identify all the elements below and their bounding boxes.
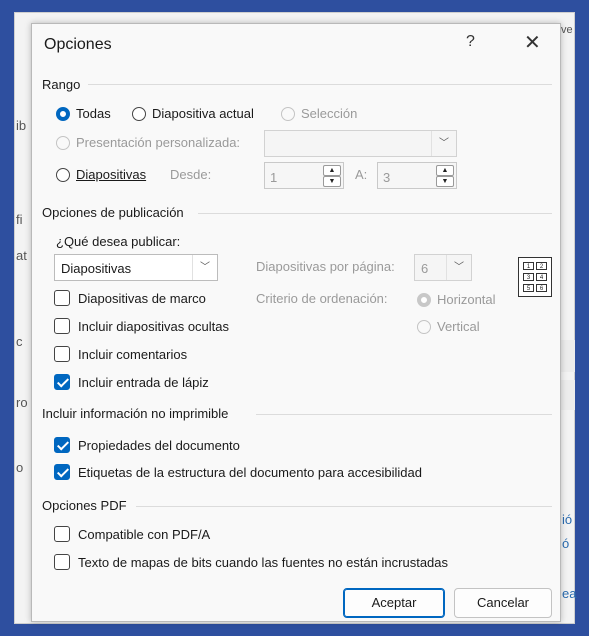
background-text-fragment: fi	[16, 212, 23, 227]
checkbox-mapas-de-bits-label[interactable]: Texto de mapas de bits cuando las fuente…	[78, 555, 448, 570]
checkbox-incluir-lapiz-label[interactable]: Incluir entrada de lápiz	[78, 375, 209, 390]
checkbox-incluir-comentarios-label[interactable]: Incluir comentarios	[78, 347, 187, 362]
radio-diapositivas-label[interactable]: Diapositivas	[76, 167, 146, 182]
checkbox-mapas-de-bits[interactable]	[54, 554, 70, 570]
radio-todas[interactable]	[56, 107, 70, 121]
chevron-down-icon[interactable]: ﹀	[192, 255, 217, 280]
radio-vertical	[417, 320, 431, 334]
radio-diapositiva-actual-label[interactable]: Diapositiva actual	[152, 106, 254, 121]
spin-up-icon[interactable]: ▲	[323, 165, 341, 176]
checkbox-propiedades-documento-label[interactable]: Propiedades del documento	[78, 438, 240, 453]
section-divider	[198, 213, 552, 214]
section-divider	[256, 414, 552, 415]
section-pdf-label: Opciones PDF	[42, 498, 127, 513]
spin-down-icon[interactable]: ▼	[436, 176, 454, 187]
checkbox-etiquetas-accesibilidad-label[interactable]: Etiquetas de la estructura del documento…	[78, 465, 422, 480]
a-value: 3	[383, 170, 391, 185]
help-button[interactable]: ?	[466, 33, 475, 51]
a-label: A:	[355, 167, 368, 182]
section-divider	[88, 84, 552, 85]
checkbox-compatible-pdfa[interactable]	[54, 526, 70, 542]
background-link-fragment: ea	[562, 586, 577, 601]
section-publicacion-label: Opciones de publicación	[42, 205, 184, 220]
checkbox-compatible-pdfa-label[interactable]: Compatible con PDF/A	[78, 527, 210, 542]
radio-presentacion-personalizada-label: Presentación personalizada:	[76, 135, 241, 150]
spin-up-icon[interactable]: ▲	[436, 165, 454, 176]
background-text-fragment: o	[16, 460, 24, 475]
slides-layout-icon: 1 2 3 4 5 6	[518, 257, 552, 297]
que-publicar-value: Diapositivas	[61, 261, 132, 276]
que-publicar-label: ¿Qué desea publicar:	[56, 234, 181, 249]
background-text-fragment: c	[16, 334, 23, 349]
checkbox-incluir-comentarios[interactable]	[54, 346, 70, 362]
por-pagina-dropdown: 6 ﹀	[414, 254, 472, 281]
por-pagina-label: Diapositivas por página:	[256, 259, 395, 274]
background-text-fragment: ro	[16, 395, 28, 410]
desde-label: Desde:	[170, 167, 212, 182]
radio-diapositiva-actual[interactable]	[132, 107, 146, 121]
orden-label: Criterio de ordenación:	[256, 291, 388, 306]
opciones-dialog: Opciones ? ✕ Rango Todas Diapositiva act…	[31, 23, 561, 622]
checkbox-incluir-ocultas-label[interactable]: Incluir diapositivas ocultas	[78, 319, 229, 334]
radio-diapositivas[interactable]	[56, 168, 70, 182]
section-no-imprimible-label: Incluir información no imprimible	[42, 406, 229, 421]
chevron-down-icon: ﹀	[446, 255, 471, 280]
checkbox-propiedades-documento[interactable]	[54, 437, 70, 453]
background-link-fragment: ió	[562, 512, 573, 527]
desde-value: 1	[270, 170, 278, 185]
close-icon[interactable]: ✕	[524, 30, 541, 55]
radio-presentacion-personalizada	[56, 136, 70, 150]
radio-seleccion-label: Selección	[301, 106, 358, 121]
aceptar-button[interactable]: Aceptar	[343, 588, 445, 618]
section-divider	[136, 506, 552, 507]
checkbox-diapositivas-de-marco[interactable]	[54, 290, 70, 306]
background-text-fragment: at	[16, 248, 27, 263]
cancelar-button[interactable]: Cancelar	[454, 588, 552, 618]
background-link-fragment: ó	[562, 536, 570, 551]
por-pagina-value: 6	[421, 261, 429, 276]
radio-horizontal-label: Horizontal	[437, 292, 496, 307]
radio-vertical-label: Vertical	[437, 319, 480, 334]
section-rango-label: Rango	[42, 77, 81, 92]
radio-todas-label[interactable]: Todas	[76, 106, 111, 121]
spin-down-icon[interactable]: ▼	[323, 176, 341, 187]
dialog-title: Opciones	[44, 36, 112, 53]
radio-seleccion	[281, 107, 295, 121]
background-text-fragment: ib	[16, 118, 27, 133]
radio-horizontal	[417, 293, 431, 307]
presentacion-personalizada-dropdown: ﹀	[264, 130, 457, 157]
checkbox-incluir-lapiz[interactable]	[54, 374, 70, 390]
checkbox-incluir-ocultas[interactable]	[54, 318, 70, 334]
background-text-fragment: ve	[561, 24, 573, 36]
a-spinner[interactable]: 3 ▲ ▼	[377, 162, 457, 189]
desde-spinner[interactable]: 1 ▲ ▼	[264, 162, 344, 189]
checkbox-diapositivas-de-marco-label[interactable]: Diapositivas de marco	[78, 291, 206, 306]
checkbox-etiquetas-accesibilidad[interactable]	[54, 464, 70, 480]
chevron-down-icon: ﹀	[431, 131, 456, 156]
que-publicar-dropdown[interactable]: Diapositivas ﹀	[54, 254, 218, 281]
